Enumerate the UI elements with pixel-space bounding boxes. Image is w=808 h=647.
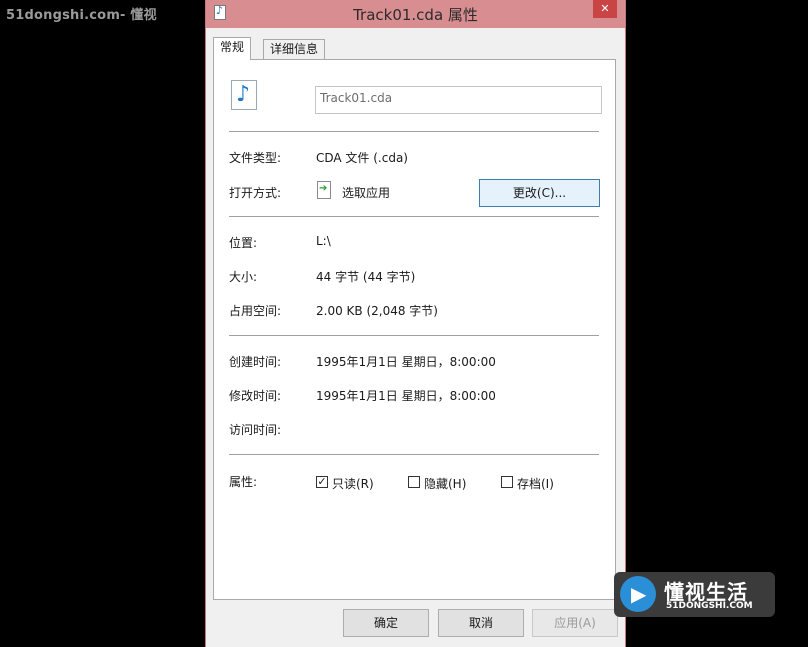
location-label: 位置: — [229, 236, 258, 250]
play-logo-icon — [620, 576, 656, 612]
cancel-button[interactable]: 取消 — [438, 609, 524, 637]
ok-button[interactable]: 确定 — [343, 609, 429, 637]
logo-text-en: 51DONGSHI.COM — [666, 601, 753, 611]
created-label: 创建时间: — [229, 355, 282, 369]
close-button[interactable]: ✕ — [593, 0, 617, 18]
archive-label[interactable]: 存档(I) — [517, 475, 554, 492]
modified-label: 修改时间: — [229, 389, 282, 403]
watermark-text: 51dongshi.com- 懂视 — [6, 8, 157, 23]
readonly-checkbox[interactable]: ✓ — [316, 476, 328, 488]
readonly-label[interactable]: 只读(R) — [332, 475, 374, 492]
location-value: L:\ — [316, 234, 331, 248]
attributes-label: 属性: — [229, 475, 258, 489]
created-value: 1995年1月1日 星期日，8:00:00 — [316, 355, 496, 369]
open-with-value: 选取应用 — [342, 186, 391, 200]
tab-details[interactable]: 详细信息 — [263, 39, 326, 59]
change-button[interactable]: 更改(C)... — [479, 179, 600, 207]
disk-size-label: 占用空间: — [229, 304, 282, 318]
size-value: 44 字节 (44 字节) — [316, 270, 416, 284]
file-type-label: 文件类型: — [229, 151, 282, 165]
accessed-label: 访问时间: — [229, 423, 282, 437]
general-panel — [213, 59, 616, 600]
apply-button[interactable]: 应用(A) — [532, 609, 618, 637]
modified-value: 1995年1月1日 星期日，8:00:00 — [316, 389, 496, 403]
choose-app-icon — [317, 181, 331, 199]
separator — [229, 335, 599, 336]
brand-logo: 懂视生活 51DONGSHI.COM — [614, 572, 775, 617]
file-type-value: CDA 文件 (.cda) — [316, 151, 408, 165]
archive-checkbox[interactable] — [501, 476, 513, 488]
file-name-field[interactable]: Track01.cda — [315, 86, 602, 114]
hidden-checkbox[interactable] — [408, 476, 420, 488]
size-label: 大小: — [229, 270, 258, 284]
open-with-label: 打开方式: — [229, 186, 282, 200]
title-bar[interactable]: Track01.cda 属性 ✕ — [206, 0, 625, 28]
tab-general[interactable]: 常规 — [213, 37, 252, 60]
disk-size-value: 2.00 KB (2,048 字节) — [316, 304, 438, 318]
window-title: Track01.cda 属性 — [353, 6, 478, 24]
separator — [229, 131, 599, 132]
separator — [229, 454, 599, 455]
music-note-icon: ♪ — [231, 80, 257, 110]
hidden-label[interactable]: 隐藏(H) — [424, 475, 466, 492]
separator — [229, 216, 599, 217]
